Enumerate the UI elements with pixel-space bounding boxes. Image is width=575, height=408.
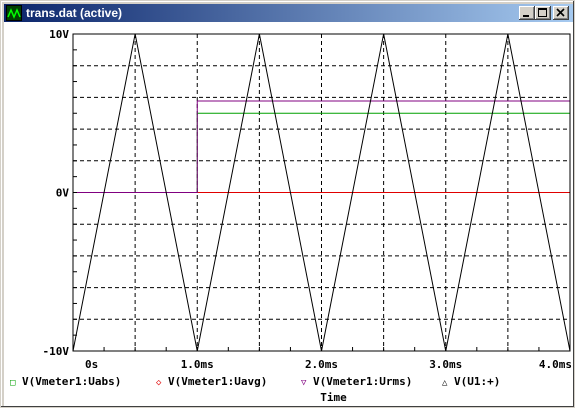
probe-app-icon [6, 5, 22, 21]
legend-label: V(Vmeter1:Uavg) [168, 375, 267, 388]
maximize-button[interactable] [535, 6, 551, 20]
legend-item: ▽ V(Vmeter1:Urms) [301, 375, 412, 388]
maximize-icon [538, 8, 547, 17]
y-tick-label: 0V [56, 187, 70, 200]
x-tick-label: 0s [85, 358, 98, 371]
plot-area[interactable]: 10V 0V -10V 0s 1.0ms 2.0ms 3.0ms 4.0ms □ V(Vmete… [4, 22, 573, 406]
legend-label: V(Vmeter1:Urms) [313, 375, 412, 388]
window-title: trans.dat (active) [26, 6, 123, 20]
close-icon [556, 8, 565, 17]
x-tick-label: 4.0ms [539, 358, 572, 371]
x-axis-label: Time [320, 391, 347, 404]
legend: □ V(Vmeter1:Uabs) ◇ V(Vmeter1:Uavg) ▽ V(Vmete… [10, 375, 500, 388]
title-bar[interactable]: trans.dat (active) [4, 4, 573, 22]
legend-item: □ V(Vmeter1:Uabs) [10, 375, 121, 388]
plot-window: trans.dat (active) 10V 0V -10V 0s 1.0ms 2.0ms… [0, 0, 575, 408]
legend-symbol-icon: ▽ [301, 378, 307, 388]
legend-symbol-icon: ◇ [156, 378, 162, 388]
legend-item: △ V(U1:+) [442, 375, 500, 388]
minimize-icon [523, 15, 529, 17]
legend-label: V(Vmeter1:Uabs) [22, 375, 121, 388]
x-tick-label: 1.0ms [181, 358, 214, 371]
waveform-chart[interactable]: 10V 0V -10V 0s 1.0ms 2.0ms 3.0ms 4.0ms □ V(Vmete… [4, 22, 573, 406]
legend-symbol-icon: □ [10, 378, 16, 388]
x-tick-label: 3.0ms [429, 358, 462, 371]
legend-item: ◇ V(Vmeter1:Uavg) [156, 375, 267, 388]
minimize-button[interactable] [519, 6, 535, 20]
legend-symbol-icon: △ [442, 378, 448, 388]
y-tick-label: -10V [43, 345, 70, 358]
x-tick-label: 2.0ms [305, 358, 338, 371]
legend-label: V(U1:+) [454, 375, 500, 388]
close-button[interactable] [553, 6, 569, 20]
y-tick-label: 10V [49, 28, 69, 41]
